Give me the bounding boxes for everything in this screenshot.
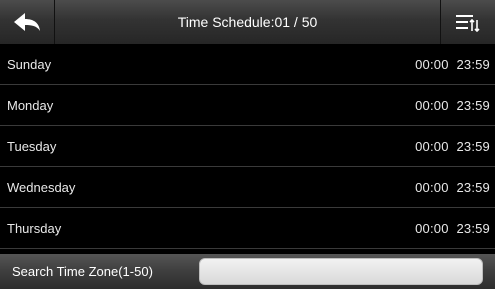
search-bar: Search Time Zone(1-50) — [0, 254, 495, 289]
time-range: 00:00 23:59 — [415, 126, 490, 167]
time-range: 00:00 23:59 — [415, 44, 490, 85]
start-time: 00:00 — [415, 221, 449, 236]
search-input[interactable] — [199, 258, 483, 285]
menu-button[interactable] — [440, 0, 495, 44]
header-bar: Time Schedule:01 / 50 — [0, 0, 495, 44]
schedule-row-wednesday[interactable]: Wednesday 00:00 23:59 — [0, 167, 495, 208]
time-range: 00:00 23:59 — [415, 167, 490, 208]
start-time: 00:00 — [415, 139, 449, 154]
time-schedule-screen: Time Schedule:01 / 50 Sunday 00:00 23:59… — [0, 0, 495, 289]
schedule-row-tuesday[interactable]: Tuesday 00:00 23:59 — [0, 126, 495, 167]
search-label: Search Time Zone(1-50) — [12, 264, 153, 279]
schedule-list: Sunday 00:00 23:59 Monday 00:00 23:59 Tu… — [0, 44, 495, 249]
day-label: Wednesday — [7, 180, 76, 195]
back-arrow-icon — [14, 13, 40, 31]
day-label: Sunday — [7, 57, 52, 72]
time-range: 00:00 23:59 — [415, 208, 490, 249]
schedule-row-thursday[interactable]: Thursday 00:00 23:59 — [0, 208, 495, 249]
schedule-row-sunday[interactable]: Sunday 00:00 23:59 — [0, 44, 495, 85]
day-label: Monday — [7, 98, 54, 113]
start-time: 00:00 — [415, 98, 449, 113]
end-time: 23:59 — [456, 57, 490, 72]
time-range: 00:00 23:59 — [415, 85, 490, 126]
start-time: 00:00 — [415, 57, 449, 72]
back-button[interactable] — [0, 0, 55, 44]
sort-menu-icon — [456, 15, 480, 32]
end-time: 23:59 — [456, 139, 490, 154]
end-time: 23:59 — [456, 180, 490, 195]
day-label: Tuesday — [7, 139, 57, 154]
page-title: Time Schedule:01 / 50 — [177, 14, 318, 30]
schedule-row-monday[interactable]: Monday 00:00 23:59 — [0, 85, 495, 126]
start-time: 00:00 — [415, 180, 449, 195]
day-label: Thursday — [7, 221, 62, 236]
end-time: 23:59 — [456, 221, 490, 236]
end-time: 23:59 — [456, 98, 490, 113]
